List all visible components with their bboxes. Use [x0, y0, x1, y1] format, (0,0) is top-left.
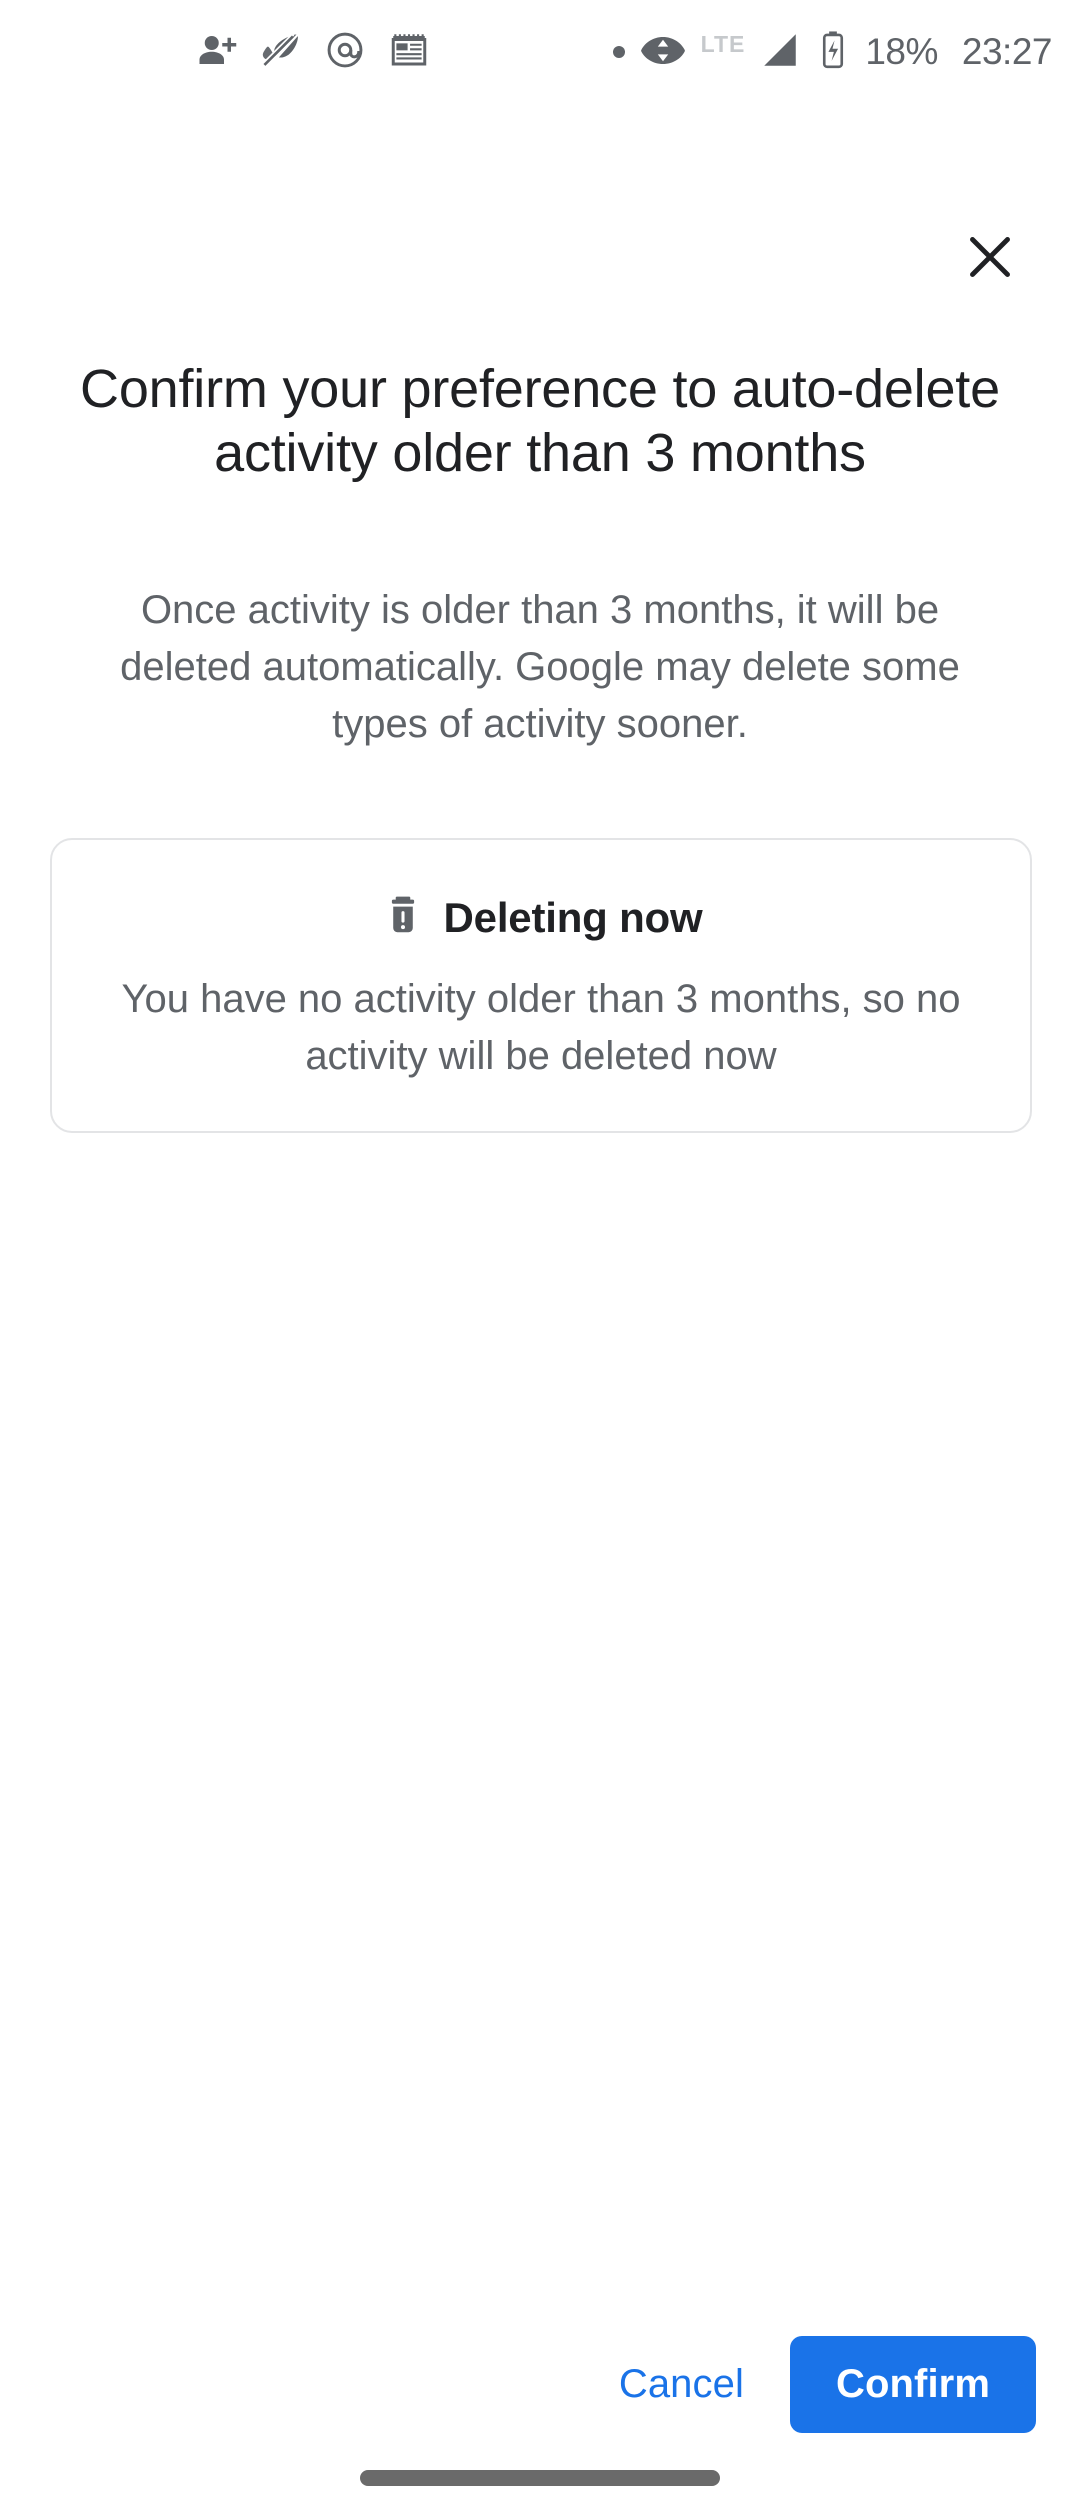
close-button[interactable]	[940, 208, 1040, 308]
person-add-icon	[196, 29, 238, 76]
dialog-action-bar: Cancel Confirm	[0, 2336, 1080, 2433]
home-indicator[interactable]	[360, 2470, 720, 2486]
deleting-now-card: Deleting now You have no activity older …	[50, 838, 1032, 1133]
close-icon	[962, 229, 1018, 288]
dialog-description: Once activity is older than 3 months, it…	[120, 588, 960, 746]
clock-label: 23:27	[961, 31, 1053, 72]
delete-alert-icon	[380, 892, 426, 943]
network-type-label: LTE	[700, 30, 746, 57]
dialog-title: Confirm your preference to auto-delete a…	[80, 359, 1000, 483]
status-bar-system-icons: LTE 18% 23:27	[612, 26, 1053, 79]
confirm-button[interactable]: Confirm	[789, 2336, 1036, 2433]
small-dot-icon	[612, 46, 625, 58]
at-sign-icon	[324, 29, 366, 76]
status-bar: LTE 18% 23:27	[0, 0, 1080, 104]
wifi-data-icon	[639, 26, 687, 79]
cancel-button[interactable]: Cancel	[583, 2338, 780, 2431]
calendar-note-icon	[388, 29, 430, 76]
phone-screen: LTE 18% 23:27 Confirm your preference to…	[0, 0, 1080, 2520]
signal-bars-icon	[759, 29, 801, 76]
battery-percent-label: 18%	[865, 31, 938, 72]
volume-off-icon	[260, 29, 302, 76]
deleting-now-card-header: Deleting now	[92, 892, 990, 943]
battery-charging-icon	[815, 29, 851, 76]
status-bar-notification-icons	[196, 29, 430, 76]
deleting-now-heading: Deleting now	[443, 893, 703, 941]
deleting-now-body: You have no activity older than 3 months…	[121, 977, 961, 1078]
